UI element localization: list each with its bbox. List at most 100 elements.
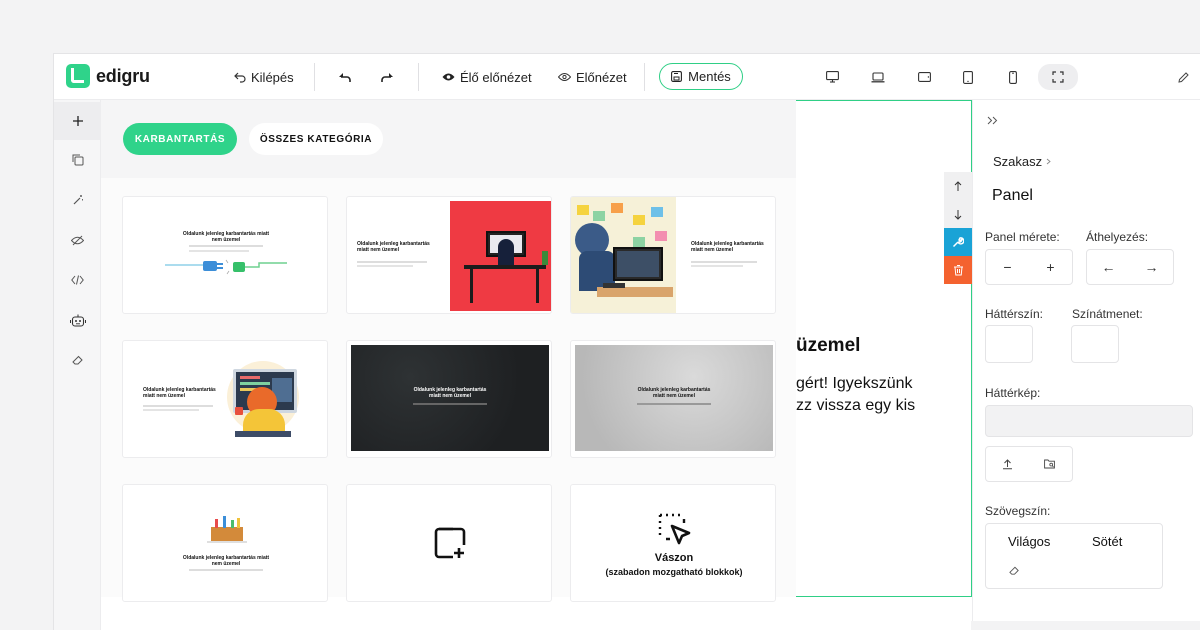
mug-illustration (235, 407, 243, 415)
robot-icon (69, 314, 86, 327)
template-card-light[interactable]: Oldalunk jelenleg karbantartás miatt nem… (570, 340, 776, 458)
template-card-title: Oldalunk jelenleg karbantartás miatt nem… (182, 555, 270, 567)
save-icon (671, 71, 683, 82)
text-color-light-option[interactable]: Világos (1008, 534, 1050, 549)
template-card-dark[interactable]: Oldalunk jelenleg karbantartás miatt nem… (346, 340, 552, 458)
save-button[interactable]: Mentés (659, 63, 743, 90)
code-tool[interactable] (54, 261, 101, 299)
template-card-toolbox[interactable]: Oldalunk jelenleg karbantartás miatt nem… (122, 484, 328, 602)
bg-image-label: Háttérkép: (985, 386, 1041, 400)
toolbar-divider (418, 63, 419, 91)
category-tabs: KARBANTARTÁS ÖSSZES KATEGÓRIA (101, 100, 796, 178)
eraser-icon (71, 355, 83, 365)
template-card-title: Oldalunk jelenleg karbantartás miatt nem… (357, 241, 430, 253)
upload-icon[interactable] (1002, 458, 1013, 470)
ai-assistant-tool[interactable] (54, 301, 101, 339)
exit-button[interactable]: Kilépés (234, 66, 294, 88)
eraser-icon[interactable] (1009, 565, 1020, 576)
canvas-card-subtitle: (szabadon mozgatható blokkok) (605, 567, 743, 577)
bg-image-field[interactable] (985, 405, 1193, 437)
live-preview-button[interactable]: Élő előnézet (442, 66, 532, 88)
office-illustration (571, 197, 676, 313)
undo-button[interactable] (338, 66, 352, 88)
eraser-tool[interactable] (54, 341, 101, 379)
delete-button[interactable] (944, 256, 972, 284)
redo-button[interactable] (380, 66, 394, 88)
template-card-canvas[interactable]: Vászon (szabadon mozgatható blokkok) (570, 484, 776, 602)
tab-maintenance[interactable]: KARBANTARTÁS (123, 123, 237, 155)
laptop-icon (871, 71, 885, 82)
text-color-label: Szövegszín: (985, 504, 1051, 518)
toolbox-illustration (207, 516, 247, 543)
device-laptop-button[interactable] (867, 66, 889, 88)
toolbar-divider (314, 63, 315, 91)
move-left-button[interactable]: ← (1102, 259, 1116, 275)
template-card-blank[interactable] (346, 484, 552, 602)
gradient-label: Színátmenet: (1072, 307, 1143, 321)
redo-icon (381, 73, 393, 82)
template-card-text (691, 265, 743, 267)
fullscreen-button[interactable] (1038, 64, 1078, 90)
collapse-panel-button[interactable] (987, 112, 998, 130)
canvas-text-line: gért! Igyekszünk (796, 375, 913, 392)
eye-outline-icon (558, 73, 571, 81)
device-desktop-button[interactable] (821, 66, 843, 88)
text-color-dark-option[interactable]: Sötét (1092, 534, 1122, 549)
logo[interactable]: edigru (66, 64, 150, 88)
folder-search-icon[interactable] (1044, 459, 1056, 469)
preview-label: Előnézet (576, 69, 627, 85)
copy-tool[interactable] (54, 141, 101, 179)
bg-color-swatch[interactable] (985, 325, 1033, 363)
template-card-text (413, 403, 487, 405)
template-card-title: Oldalunk jelenleg karbantartás miatt nem… (413, 387, 487, 399)
move-down-button[interactable] (944, 200, 972, 228)
breadcrumb[interactable]: Szakasz (993, 154, 1051, 169)
template-card-red-desk[interactable]: Oldalunk jelenleg karbantartás miatt nem… (346, 196, 552, 314)
move-up-button[interactable] (944, 172, 972, 200)
increase-size-button[interactable]: + (1046, 259, 1054, 275)
visibility-tool[interactable] (54, 221, 101, 259)
template-gallery: KARBANTARTÁS ÖSSZES KATEGÓRIA Oldalunk j… (101, 100, 796, 602)
tab-all-categories[interactable]: ÖSSZES KATEGÓRIA (249, 123, 383, 155)
device-tablet-portrait-button[interactable] (957, 66, 979, 88)
exit-label: Kilépés (251, 69, 294, 85)
template-card-text (189, 245, 263, 247)
copy-icon (72, 154, 83, 166)
gradient-swatch[interactable] (1071, 325, 1119, 363)
template-card-title: Oldalunk jelenleg karbantartás miatt nem… (637, 387, 711, 399)
canvas-select-icon (658, 513, 691, 545)
bg-color-label: Háttérszín: (985, 307, 1044, 321)
template-card-text (637, 403, 711, 405)
pencil-icon (1177, 71, 1189, 83)
toolbar-divider (644, 63, 645, 91)
template-card-title: Oldalunk jelenleg karbantartás miatt nem… (143, 387, 216, 399)
template-card-text (143, 409, 199, 411)
eye-icon (442, 73, 455, 81)
edit-button[interactable] (1172, 66, 1194, 88)
device-tablet-landscape-button[interactable] (913, 66, 935, 88)
chevrons-right-icon (987, 116, 998, 125)
template-card-colorful-desk[interactable]: Oldalunk jelenleg karbantartás miatt nem… (570, 196, 776, 314)
template-card-text (357, 261, 427, 263)
move-right-button[interactable]: → (1145, 259, 1159, 275)
preview-button[interactable]: Előnézet (558, 66, 627, 88)
settings-button[interactable] (944, 228, 972, 256)
template-card-text (691, 261, 757, 263)
canvas-card-title: Vászon (654, 552, 694, 564)
add-block-tool[interactable] (54, 102, 101, 140)
template-card-girl[interactable]: Oldalunk jelenleg karbantartás miatt nem… (122, 340, 328, 458)
chevron-right-icon (1046, 158, 1051, 165)
magic-tool[interactable] (54, 181, 101, 219)
template-card-text (357, 265, 413, 267)
logo-icon (66, 64, 90, 88)
decrease-size-button[interactable]: − (1003, 259, 1011, 275)
template-card-plug[interactable]: Oldalunk jelenleg karbantartás miatt nem… (122, 196, 328, 314)
undo-icon (339, 73, 351, 82)
arrow-down-icon (954, 209, 962, 220)
bg-image-actions (985, 446, 1073, 482)
desktop-icon (825, 71, 839, 83)
live-preview-label: Élő előnézet (460, 69, 532, 85)
template-card-text (189, 569, 263, 571)
wrench-icon (952, 237, 964, 248)
device-mobile-button[interactable] (1002, 66, 1024, 88)
